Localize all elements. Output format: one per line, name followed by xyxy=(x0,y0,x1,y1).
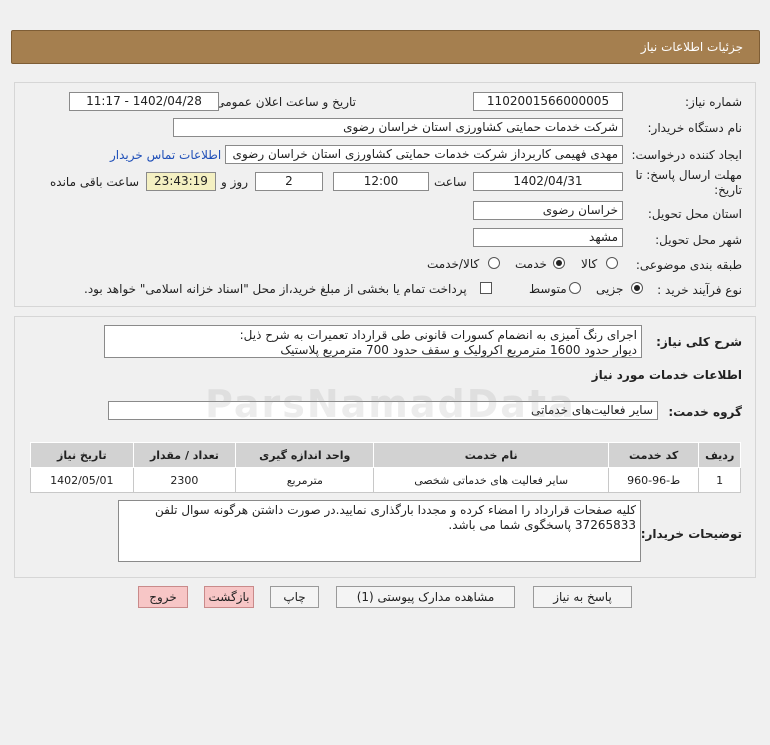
category-option-service: خدمت xyxy=(515,257,547,271)
process-option-minor: جزیی xyxy=(596,282,624,296)
exit-button[interactable]: خروج xyxy=(138,586,188,608)
buyer-org-label: نام دستگاه خریدار: xyxy=(647,121,743,135)
services-table: ردیف کد خدمت نام خدمت واحد اندازه گیری ت… xyxy=(30,442,741,493)
category-option-goods: کالا xyxy=(581,257,598,271)
back-button[interactable]: بازگشت xyxy=(204,586,254,608)
cell-unit: مترمربع xyxy=(235,467,375,493)
cell-date: 1402/05/01 xyxy=(30,467,134,493)
view-attachments-button[interactable]: مشاهده مدارک پیوستی (1) xyxy=(336,586,515,608)
category-option-goods-service: کالا/خدمت xyxy=(427,257,480,271)
creator-label: ایجاد کننده درخواست: xyxy=(631,148,742,162)
need-number-label: شماره نیاز: xyxy=(685,95,742,109)
days-remaining-field: 2 xyxy=(255,172,323,191)
remaining-label: ساعت باقی مانده xyxy=(50,175,140,189)
buyer-contact-link[interactable]: اطلاعات تماس خریدار xyxy=(110,148,221,162)
category-radio-service[interactable] xyxy=(553,257,565,269)
deadline-label: مهلت ارسال پاسخ: تا xyxy=(635,168,742,182)
col-header-quantity: تعداد / مقدار xyxy=(132,442,237,468)
page-title: جزئیات اطلاعات نیاز xyxy=(640,40,743,54)
deadline-date-field: 1402/04/31 xyxy=(473,172,623,191)
category-radio-goods-service[interactable] xyxy=(488,257,500,269)
city-label: شهر محل تحویل: xyxy=(655,233,742,247)
process-option-medium: متوسط xyxy=(529,282,567,296)
need-number-field: 1102001566000005 xyxy=(473,92,623,111)
summary-line-2: دیوار حدود 1600 مترمربع اکرولیک و سقف حد… xyxy=(280,343,637,357)
service-group-label: گروه خدمت: xyxy=(668,405,742,419)
province-field: خراسان رضوی xyxy=(473,201,623,220)
treasury-payment-note: پرداخت تمام یا بخشی از مبلغ خرید،از محل … xyxy=(84,282,467,296)
deadline-time-field: 12:00 xyxy=(333,172,429,191)
days-label: روز و xyxy=(221,175,248,189)
cell-row: 1 xyxy=(698,467,741,493)
buyer-org-field: شرکت خدمات حمایتی کشاورزی استان خراسان ر… xyxy=(173,118,623,137)
buyer-notes-line-2: 37265833 پاسخگوی شما می باشد. xyxy=(448,518,636,532)
creator-field: مهدی فهیمی کاربرداز شرکت خدمات حمایتی کش… xyxy=(225,145,623,164)
table-row: 1 ط-96-960 سایر فعالیت های خدماتی شخصی م… xyxy=(30,467,741,493)
buyer-notes-label: توضیحات خریدار: xyxy=(640,527,742,541)
province-label: استان محل تحویل: xyxy=(647,207,742,221)
process-radio-minor[interactable] xyxy=(631,282,643,294)
deadline-date-label: تاریخ: xyxy=(714,183,742,197)
need-info-panel xyxy=(14,82,756,307)
buyer-notes-line-1: کلیه صفحات قرارداد را امضاء کرده و مجددا… xyxy=(154,503,636,517)
col-header-unit: واحد اندازه گیری xyxy=(235,442,375,468)
announce-label: تاریخ و ساعت اعلان عمومی: xyxy=(211,95,356,109)
page-header: جزئیات اطلاعات نیاز xyxy=(11,30,760,64)
col-header-code: کد خدمت xyxy=(607,442,700,468)
process-radio-medium[interactable] xyxy=(569,282,581,294)
remaining-time-field: 23:43:19 xyxy=(146,172,216,191)
cell-quantity: 2300 xyxy=(132,467,237,493)
category-label: طبقه بندی موضوعی: xyxy=(635,258,742,272)
service-group-field: سایر فعالیت‌های خدماتی xyxy=(108,401,658,420)
services-heading: اطلاعات خدمات مورد نیاز xyxy=(591,368,742,382)
col-header-date: تاریخ نیاز xyxy=(30,442,134,468)
table-header-row: ردیف کد خدمت نام خدمت واحد اندازه گیری ت… xyxy=(30,442,741,468)
summary-box: اجرای رنگ آمیزی به انضمام کسورات قانونی … xyxy=(104,325,642,358)
summary-label: شرح کلی نیاز: xyxy=(656,335,742,349)
announce-field: 1402/04/28 - 11:17 xyxy=(69,92,219,111)
buyer-notes-box: کلیه صفحات قرارداد را امضاء کرده و مجددا… xyxy=(118,500,641,562)
cell-service-name: سایر فعالیت های خدماتی شخصی xyxy=(373,467,609,493)
print-button[interactable]: چاپ xyxy=(270,586,319,608)
summary-line-1: اجرای رنگ آمیزی به انضمام کسورات قانونی … xyxy=(239,328,637,342)
col-header-row: ردیف xyxy=(698,442,741,468)
reply-button[interactable]: پاسخ به نیاز xyxy=(533,586,632,608)
process-label: نوع فرآیند خرید : xyxy=(657,283,742,297)
cell-code: ط-96-960 xyxy=(607,467,700,493)
deadline-time-label: ساعت xyxy=(434,175,467,189)
treasury-payment-checkbox[interactable] xyxy=(480,282,492,294)
category-radio-goods[interactable] xyxy=(606,257,618,269)
city-field: مشهد xyxy=(473,228,623,247)
col-header-service-name: نام خدمت xyxy=(373,442,609,468)
